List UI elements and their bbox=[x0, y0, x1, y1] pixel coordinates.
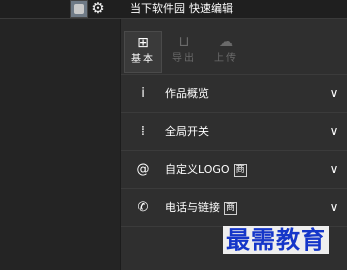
row-phone-link[interactable]: ✆ 电话与链接商 ∨ bbox=[121, 189, 347, 227]
row-overview[interactable]: i 作品概览 ∨ bbox=[121, 75, 347, 113]
row-global-switch[interactable]: ⁞ 全局开关 ∨ bbox=[121, 113, 347, 151]
settings-list: i 作品概览 ∨ ⁞ 全局开关 ∨ @ 自定义LOGO 商 ∨ ✆ 电话与链接商 … bbox=[121, 74, 347, 227]
quick-edit-label: 快速编辑 bbox=[189, 2, 233, 15]
avatar[interactable] bbox=[70, 0, 88, 18]
commercial-badge: 商 bbox=[224, 201, 238, 215]
info-icon: i bbox=[141, 86, 145, 101]
tab-export-label: 导出 bbox=[172, 53, 196, 64]
tab-upload[interactable]: ☁ 上传 bbox=[208, 31, 244, 71]
chevron-down-icon[interactable]: ∨ bbox=[327, 189, 341, 226]
watermark-logo: 最需教育 bbox=[223, 226, 329, 254]
gear-icon[interactable]: ⚙ bbox=[89, 0, 107, 17]
logo-icon: @ bbox=[136, 162, 150, 177]
row-phone-link-label: 电话与链接商 bbox=[165, 189, 238, 226]
phone-link-text: 电话与链接 bbox=[165, 201, 220, 214]
tab-export[interactable]: ⊔ 导出 bbox=[166, 31, 202, 71]
row-custom-logo[interactable]: @ 自定义LOGO 商 ∨ bbox=[121, 151, 347, 189]
commercial-badge: 商 bbox=[233, 163, 247, 177]
top-bar: ⚙ 当下软件园 快速编辑 bbox=[0, 0, 347, 19]
chevron-down-icon[interactable]: ∨ bbox=[327, 113, 341, 150]
basic-icon: ⊞ bbox=[137, 35, 149, 51]
phone-icon: ✆ bbox=[137, 200, 149, 215]
upload-icon: ☁ bbox=[219, 34, 233, 50]
row-overview-label: 作品概览 bbox=[165, 87, 209, 100]
tab-basic-label: 基本 bbox=[131, 54, 155, 65]
page-title: 当下软件园 快速编辑 bbox=[130, 1, 237, 17]
chevron-down-icon[interactable]: ∨ bbox=[327, 75, 341, 112]
tab-basic[interactable]: ⊞ 基本 bbox=[124, 31, 162, 73]
row-global-switch-label: 全局开关 bbox=[165, 125, 209, 138]
custom-logo-text: 自定义LOGO bbox=[165, 163, 230, 176]
left-sidebar bbox=[0, 19, 121, 270]
row-custom-logo-label: 自定义LOGO 商 bbox=[165, 151, 247, 188]
tab-upload-label: 上传 bbox=[214, 53, 238, 64]
tab-bar: ⊞ 基本 ⊔ 导出 ☁ 上传 bbox=[124, 31, 346, 73]
chevron-down-icon[interactable]: ∨ bbox=[327, 151, 341, 188]
sliders-icon: ⁞ bbox=[140, 124, 146, 139]
export-icon: ⊔ bbox=[178, 34, 190, 50]
site-name: 当下软件园 bbox=[130, 2, 185, 15]
